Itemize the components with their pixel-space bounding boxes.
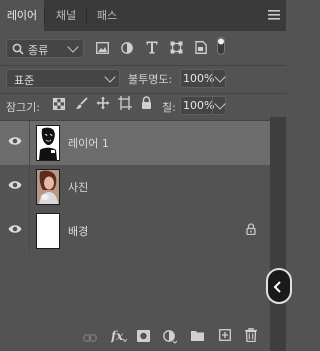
layers-panel: 종류 표준 불투명도: 100% 잠그기: 칠: 100% 레이어 1 사진 배… [0,31,286,351]
field-divider [212,70,213,87]
search-icon [12,43,24,58]
fill-value: 100% [183,99,215,112]
layer-lock-icon [246,223,256,238]
layer-divider [29,209,30,253]
layer-row-background[interactable]: 배경 [0,209,270,253]
blend-mode-value: 표준 [14,74,35,87]
lock-position-icon[interactable] [96,96,110,113]
collapse-handle-button[interactable] [266,268,292,304]
opacity-value: 100% [183,72,215,85]
filter-kind-select[interactable]: 종류 [6,39,84,58]
layers-scrollbar[interactable] [270,117,286,351]
svg-text:fx: fx [111,329,124,343]
lock-image-pixels-icon[interactable] [75,97,88,113]
lock-transparent-pixels-icon[interactable] [53,98,65,113]
tab-layers[interactable]: 레이어 [0,0,44,31]
fill-label: 칠: [162,101,176,114]
shape-filter-icon[interactable] [170,41,183,57]
layer-name[interactable]: 레이어 1 [68,135,109,151]
type-filter-icon[interactable] [146,41,158,57]
fx-icon[interactable]: fx [110,329,128,346]
chevron-left-icon [272,281,282,296]
panel-menu-icon[interactable] [268,9,280,21]
visibility-eye-icon[interactable] [8,180,22,193]
new-group-icon[interactable] [191,330,204,344]
new-layer-icon[interactable] [219,329,231,344]
smart-object-filter-icon[interactable] [195,41,207,57]
opacity-label: 불투명도: [128,73,173,86]
tab-divider [86,8,87,24]
chevron-down-icon [214,71,226,83]
tab-channels[interactable]: 채널 [46,0,86,31]
layer-row-layer-1[interactable]: 레이어 1 [0,121,270,165]
tab-divider [44,8,45,24]
opacity-field[interactable]: 100% [180,69,226,88]
filter-kind-label: 종류 [28,44,49,57]
visibility-eye-icon[interactable] [8,224,22,237]
layer-thumbnail [36,169,60,205]
divider [0,65,286,66]
divider [0,93,286,94]
add-mask-icon[interactable] [137,330,150,345]
layer-name[interactable]: 사진 [68,179,88,195]
tab-paths[interactable]: 패스 [88,0,126,31]
link-layers-icon[interactable] [82,332,98,345]
lock-all-icon[interactable] [141,96,152,112]
panel-tab-bar: 레이어 채널 패스 [0,0,286,31]
lock-artboard-icon[interactable] [118,96,132,113]
layer-thumbnail [36,125,60,161]
chevron-down-icon [104,71,116,83]
delete-layer-icon[interactable] [245,328,257,345]
image-filter-icon[interactable] [96,42,109,57]
chevron-down-icon [214,98,226,110]
lock-label: 잠그기: [6,101,41,114]
layer-thumbnail [36,213,60,249]
layer-divider [29,121,30,165]
visibility-eye-icon[interactable] [8,136,22,149]
blend-mode-select[interactable]: 표준 [6,69,120,88]
adjustment-filter-icon[interactable] [121,42,133,57]
fill-field[interactable]: 100% [180,96,226,115]
new-adjustment-layer-icon[interactable] [163,330,178,347]
field-divider [212,97,213,114]
layers-bottom-toolbar: fx [0,322,270,351]
layer-divider [29,165,30,209]
layer-row-photo[interactable]: 사진 [0,165,270,209]
layer-name[interactable]: 배경 [68,223,88,239]
filter-toggle-icon[interactable] [217,37,225,58]
chevron-down-icon [67,41,79,53]
